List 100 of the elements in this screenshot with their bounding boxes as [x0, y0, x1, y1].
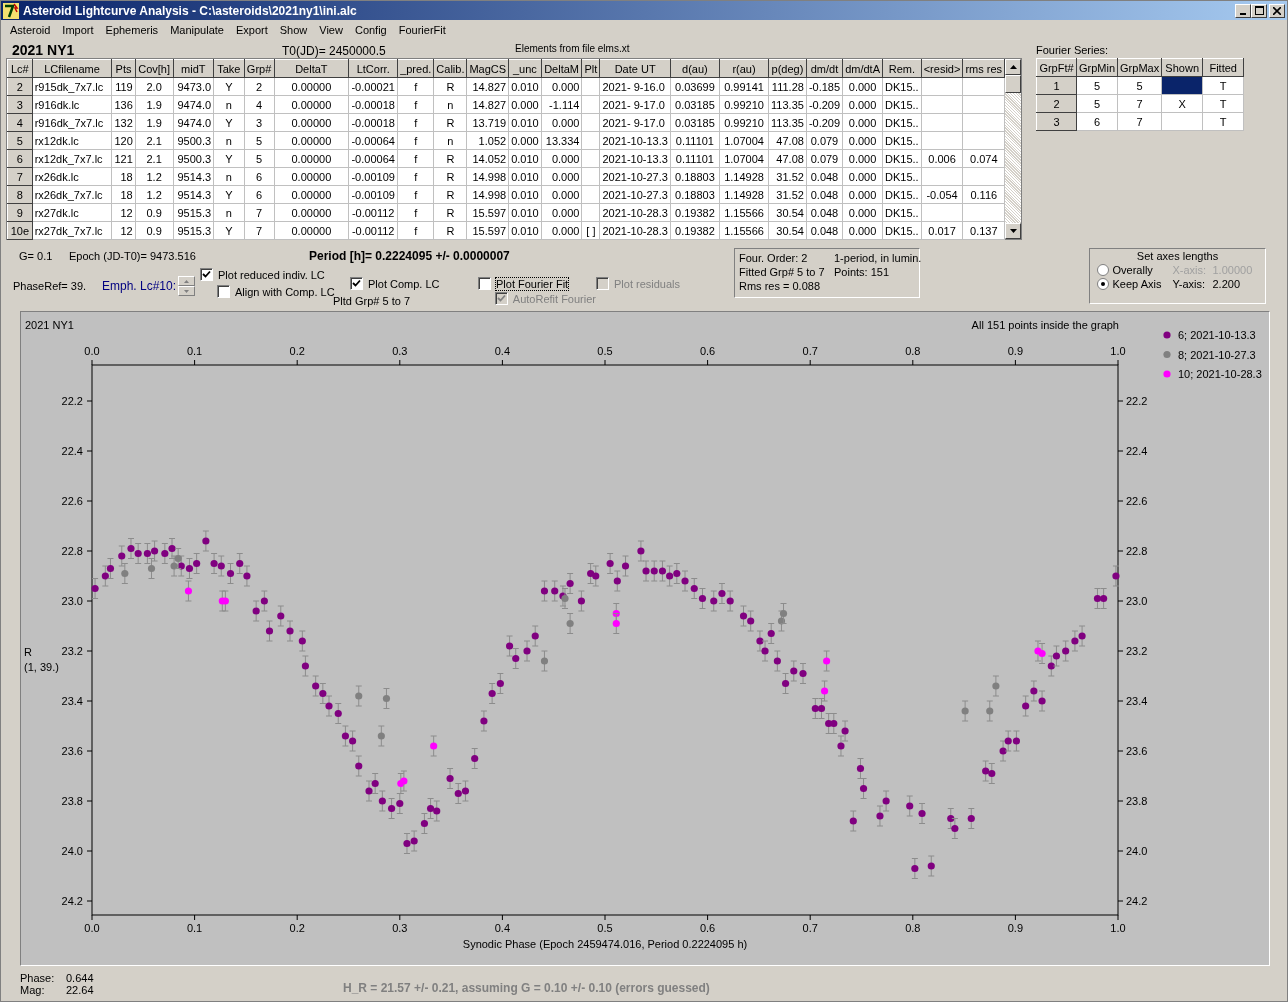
- checkbox[interactable]: [478, 277, 491, 290]
- menu-item[interactable]: Config: [348, 23, 393, 36]
- column-header[interactable]: Grp#: [244, 59, 275, 78]
- close-button[interactable]: [1269, 3, 1285, 18]
- table-cell: 5: [1076, 76, 1118, 95]
- table-cell: 14.998: [466, 167, 509, 186]
- data-point: [147, 558, 156, 579]
- table-cell: Y: [213, 149, 245, 168]
- data-point: [1052, 645, 1061, 667]
- menu-item[interactable]: Manipulate: [164, 23, 230, 36]
- menu-item[interactable]: Export: [229, 23, 274, 36]
- data-point: [298, 630, 306, 652]
- legend-label: 8; 2021-10-27.3: [1178, 348, 1256, 361]
- point: [382, 694, 391, 703]
- phase-value: 0.644: [66, 971, 94, 984]
- table-cell: 6: [1076, 112, 1118, 131]
- column-header[interactable]: LtCorr.: [348, 59, 398, 78]
- annotation-text: All 151 points inside the graph: [971, 319, 1119, 331]
- column-header[interactable]: Date UT: [599, 59, 671, 78]
- x-axis-label: Synodic Phase (Epoch 2459474.016, Period 0.2224095 h): [462, 938, 748, 950]
- menu-item[interactable]: View: [313, 23, 349, 36]
- column-header[interactable]: GrpMin: [1076, 58, 1118, 77]
- menu-item[interactable]: Import: [56, 23, 100, 36]
- data-point: [377, 725, 385, 747]
- column-header[interactable]: Lc#: [7, 59, 33, 78]
- radio-button[interactable]: [1096, 278, 1109, 290]
- column-header[interactable]: dm/dt: [806, 59, 843, 78]
- checkbox-label[interactable]: Plot reduced indiv. LC: [218, 268, 325, 281]
- tick-label: 0.6: [699, 345, 716, 357]
- table-cell: 5: [244, 149, 275, 168]
- column-header[interactable]: DeltaM: [541, 59, 582, 78]
- spinner[interactable]: [178, 276, 196, 296]
- column-header[interactable]: dm/dtA: [842, 59, 883, 78]
- maximize-button[interactable]: [1251, 3, 1267, 18]
- data-point: [265, 620, 274, 642]
- table-cell: 4: [244, 95, 275, 114]
- column-header[interactable]: _unc: [508, 59, 542, 78]
- table-cell: rx26dk_7x7.lc: [32, 185, 112, 204]
- column-header[interactable]: Rem.: [882, 59, 922, 78]
- menu-item[interactable]: FourierFit: [392, 23, 452, 36]
- column-header[interactable]: Fitted: [1202, 58, 1244, 77]
- data-point: [355, 755, 363, 777]
- absolute-magnitude-text: H_R = 21.57 +/- 0.21, assuming G = 0.10 +/- 0.10 (errors guessed): [343, 980, 710, 995]
- tick-label: 23.0: [1126, 595, 1148, 607]
- column-header[interactable]: d(au): [670, 59, 720, 78]
- checkbox-label[interactable]: Align with Comp. LC: [235, 285, 335, 298]
- table-cell: 0.000: [842, 149, 883, 168]
- epoch-label: Epoch (JD-T0)= 9473.516: [69, 250, 197, 262]
- point: [377, 732, 385, 740]
- table-cell: 0.00000: [274, 77, 349, 96]
- table-cell: 15.597: [466, 221, 509, 240]
- table-cell: 0.18803: [670, 185, 720, 204]
- column-header[interactable]: rms res: [962, 59, 1005, 78]
- tick-label: 24.0: [61, 845, 83, 857]
- minimize-button[interactable]: [1235, 3, 1251, 18]
- checkbox[interactable]: [217, 285, 230, 298]
- column-header[interactable]: Take: [213, 59, 245, 78]
- scroll-bar[interactable]: [1005, 59, 1021, 239]
- checkbox[interactable]: [350, 277, 363, 290]
- radio-label[interactable]: Overally: [1112, 264, 1153, 276]
- column-header[interactable]: LCfilename: [32, 59, 112, 78]
- column-header[interactable]: _pred.: [397, 59, 434, 78]
- column-header[interactable]: Calib.: [433, 59, 467, 78]
- checkbox-label[interactable]: Plot Comp. LC: [368, 277, 440, 290]
- radio-label[interactable]: Keep Axis: [1112, 278, 1162, 290]
- menu-item[interactable]: Ephemeris: [99, 23, 165, 36]
- column-header[interactable]: Shown: [1161, 58, 1203, 77]
- tick-label: 23.2: [61, 645, 83, 657]
- table-cell: 0.000: [541, 221, 582, 240]
- table-cell: 14.827: [466, 95, 509, 114]
- column-header[interactable]: midT: [173, 59, 214, 78]
- column-header[interactable]: <resid>: [921, 59, 963, 78]
- column-header[interactable]: GrpFt#: [1036, 58, 1077, 77]
- data-point: [91, 578, 99, 599]
- column-header[interactable]: DeltaT: [274, 59, 349, 78]
- table-cell: r916dk.lc: [32, 95, 112, 114]
- column-header[interactable]: r(au): [719, 59, 769, 78]
- menu-item[interactable]: Show: [273, 23, 314, 36]
- point: [986, 707, 994, 715]
- fit-info-text: Four. Order: 2: [739, 252, 809, 264]
- radio-button[interactable]: [1096, 264, 1109, 276]
- table-cell: f: [397, 185, 434, 204]
- table-cell: 0.137: [962, 221, 1005, 240]
- column-header[interactable]: Cov[h]: [135, 59, 174, 78]
- legend-label: 6; 2021-10-13.3: [1178, 329, 1256, 341]
- table-cell: f: [397, 113, 434, 132]
- checkbox-label[interactable]: Plot Fourier Fit: [496, 277, 569, 290]
- data-point: [849, 810, 857, 832]
- column-header[interactable]: Pts: [111, 59, 136, 78]
- table-cell: T: [1202, 94, 1244, 113]
- table-cell: 0.11101: [670, 149, 720, 168]
- table-cell: -0.00112: [348, 203, 398, 222]
- column-header[interactable]: MagCS: [466, 59, 509, 78]
- table-cell: DK15..: [882, 167, 922, 186]
- column-header[interactable]: p(deg): [768, 59, 807, 78]
- table-cell: 1.15566: [719, 221, 769, 240]
- menu-item[interactable]: Asteroid: [4, 23, 57, 36]
- column-header[interactable]: GrpMax: [1117, 58, 1162, 77]
- tick-label: 0.0: [84, 922, 100, 934]
- checkbox[interactable]: [200, 268, 213, 281]
